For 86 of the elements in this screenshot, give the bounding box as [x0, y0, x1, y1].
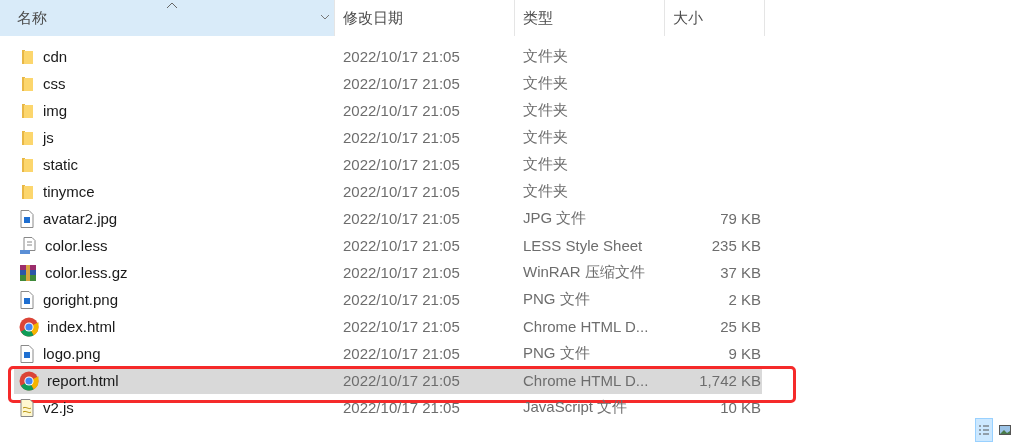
file-row[interactable]: color.less 2022/10/17 21:05 LESS Style Sheet 235 KB: [14, 232, 762, 259]
file-name: avatar2.jpg: [43, 210, 118, 227]
file-row[interactable]: avatar2.jpg 2022/10/17 21:05 JPG 文件 79 KB: [14, 205, 762, 232]
file-type: PNG 文件: [522, 344, 591, 363]
modified-date: 2022/10/17 21:05: [342, 129, 461, 146]
file-row[interactable]: v2.js 2022/10/17 21:05 JavaScript 文件 10 KB: [14, 394, 762, 421]
file-name: static: [43, 156, 78, 173]
file-size: 1,742 KB: [698, 372, 761, 389]
file-name: cdn: [43, 48, 68, 65]
file-type: PNG 文件: [522, 290, 591, 309]
file-name: v2.js: [43, 399, 74, 416]
file-size: 79 KB: [719, 210, 761, 227]
file-type: 文件夹: [522, 155, 569, 174]
modified-date: 2022/10/17 21:05: [342, 210, 461, 227]
file-size: 235 KB: [710, 237, 761, 254]
file-row[interactable]: color.less.gz 2022/10/17 21:05 WinRAR 压缩文件 37 KB: [14, 259, 762, 286]
folder-icon: [19, 102, 35, 119]
file-row[interactable]: cdn 2022/10/17 21:05 文件夹: [14, 43, 762, 70]
folder-icon: [19, 183, 35, 200]
folder-icon: [19, 48, 35, 65]
file-size: 37 KB: [719, 264, 761, 281]
column-header[interactable]: 名称: [0, 0, 335, 36]
file-type: JavaScript 文件: [522, 398, 629, 417]
file-type: Chrome HTML D...: [522, 318, 650, 335]
image-file-icon: [19, 209, 35, 228]
folder-icon: [19, 156, 35, 173]
file-name: css: [43, 75, 66, 92]
file-row[interactable]: static 2022/10/17 21:05 文件夹: [14, 151, 762, 178]
file-name: tinymce: [43, 183, 95, 200]
folder-icon: [19, 129, 35, 146]
chevron-icon[interactable]: [320, 14, 330, 21]
modified-date: 2022/10/17 21:05: [342, 264, 461, 281]
browser-icon: [19, 316, 39, 337]
list-view-icon: [978, 424, 990, 436]
file-row[interactable]: js 2022/10/17 21:05 文件夹: [14, 124, 762, 151]
modified-date: 2022/10/17 21:05: [342, 48, 461, 65]
modified-date: 2022/10/17 21:05: [342, 318, 461, 335]
file-type: 文件夹: [522, 128, 569, 147]
file-type: WinRAR 压缩文件: [522, 263, 646, 282]
file-row[interactable]: goright.png 2022/10/17 21:05 PNG 文件 2 KB: [14, 286, 762, 313]
file-type: LESS Style Sheet: [522, 237, 644, 254]
script-file-icon: [19, 398, 35, 417]
file-name: color.less: [45, 237, 108, 254]
file-type: 文件夹: [522, 74, 569, 93]
modified-date: 2022/10/17 21:05: [342, 156, 461, 173]
file-row[interactable]: index.html 2022/10/17 21:05 Chrome HTML D... 25 KB: [14, 313, 762, 340]
file-size: 2 KB: [727, 291, 761, 308]
archive-icon: [19, 263, 37, 282]
document-icon: [19, 236, 37, 255]
file-size: 9 KB: [727, 345, 761, 362]
column-label: 大小: [673, 8, 703, 28]
column-label: 名称: [17, 8, 47, 28]
file-size: 25 KB: [719, 318, 761, 335]
file-type: 文件夹: [522, 101, 569, 120]
modified-date: 2022/10/17 21:05: [342, 183, 461, 200]
file-type: Chrome HTML D...: [522, 372, 650, 389]
file-row[interactable]: css 2022/10/17 21:05 文件夹: [14, 70, 762, 97]
browser-icon: [19, 370, 39, 391]
modified-date: 2022/10/17 21:05: [342, 345, 461, 362]
modified-date: 2022/10/17 21:05: [342, 237, 461, 254]
file-size: 10 KB: [719, 399, 761, 416]
folder-icon: [19, 75, 35, 92]
file-name: js: [43, 129, 54, 146]
modified-date: 2022/10/17 21:05: [342, 75, 461, 92]
file-name: report.html: [47, 372, 119, 389]
image-view-icon: [999, 424, 1011, 436]
file-name: goright.png: [43, 291, 119, 308]
file-name: color.less.gz: [45, 264, 128, 281]
file-row[interactable]: img 2022/10/17 21:05 文件夹: [14, 97, 762, 124]
modified-date: 2022/10/17 21:05: [342, 291, 461, 308]
image-file-icon: [19, 290, 35, 309]
file-type: 文件夹: [522, 47, 569, 66]
modified-date: 2022/10/17 21:05: [342, 399, 461, 416]
modified-date: 2022/10/17 21:05: [342, 102, 461, 119]
file-type: 文件夹: [522, 182, 569, 201]
column-label: 类型: [523, 8, 553, 28]
modified-date: 2022/10/17 21:05: [342, 372, 461, 389]
file-name: img: [43, 102, 68, 119]
file-name: index.html: [47, 318, 116, 335]
column-label: 修改日期: [343, 8, 403, 28]
file-type: JPG 文件: [522, 209, 588, 228]
file-row[interactable]: logo.png 2022/10/17 21:05 PNG 文件 9 KB: [14, 340, 762, 367]
file-name: logo.png: [43, 345, 101, 362]
file-row[interactable]: tinymce 2022/10/17 21:05 文件夹: [14, 178, 762, 205]
file-row[interactable]: report.html 2022/10/17 21:05 Chrome HTML D... 1,742 KB: [14, 367, 762, 394]
image-file-icon: [19, 344, 35, 363]
